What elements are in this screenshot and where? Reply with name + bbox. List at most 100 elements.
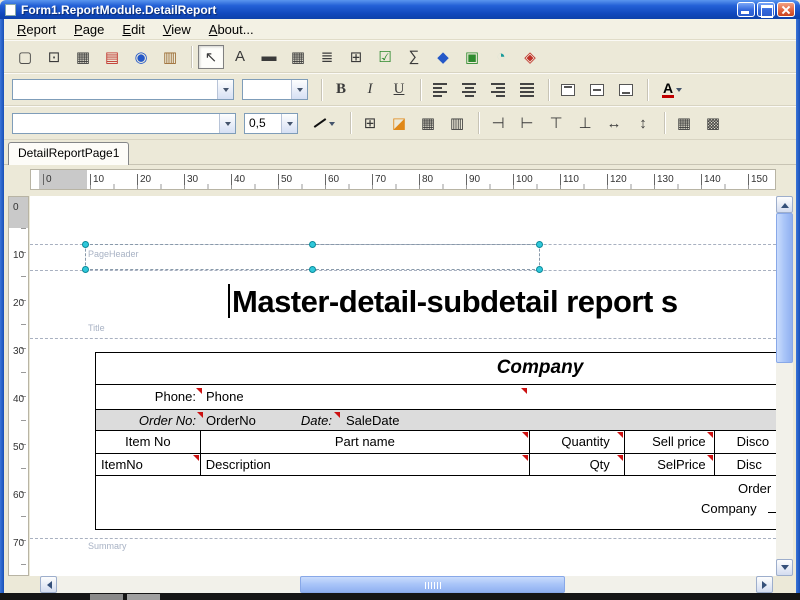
phone-field[interactable]: Phone — [206, 387, 244, 407]
add-page-button[interactable]: ⊡ — [41, 45, 67, 69]
tab-detailreportpage1[interactable]: DetailReportPage1 — [8, 142, 129, 165]
font-color-button[interactable]: A — [654, 78, 690, 102]
order-no-field[interactable]: OrderNo — [206, 411, 256, 431]
footer-order-memo[interactable]: Order — [738, 479, 771, 499]
order-no-label[interactable]: Order No: — [116, 411, 196, 431]
design-canvas[interactable]: PageHeader Title Summary Master-detail-s… — [30, 196, 776, 576]
style-combo[interactable] — [12, 79, 234, 100]
header-cell-sell-price[interactable]: Sell price — [625, 431, 715, 453]
insert-field-button[interactable]: ⊞ — [343, 45, 369, 69]
line-width-dropdown-icon[interactable] — [281, 114, 297, 133]
size-combo-dropdown-icon[interactable] — [291, 80, 307, 99]
field-cell-qty[interactable]: Qty — [530, 454, 625, 475]
scroll-down-button[interactable] — [776, 559, 793, 576]
bold-button[interactable]: B — [328, 78, 354, 102]
header-cell-item-no[interactable]: Item No — [96, 431, 201, 453]
report-table[interactable]: Company Phone: Phone Order No: OrderNo D… — [95, 352, 776, 530]
same-width-button[interactable]: ↔ — [601, 111, 627, 135]
preview-button[interactable]: ◉ — [128, 45, 154, 69]
menu-view[interactable]: View — [154, 20, 200, 39]
maximize-button[interactable] — [757, 2, 775, 17]
align-tops-button[interactable]: ⊤ — [543, 111, 569, 135]
resize-handle[interactable] — [82, 266, 89, 273]
italic-button[interactable]: I — [357, 78, 383, 102]
report-title-memo[interactable]: Master-detail-subdetail report s — [228, 284, 678, 320]
footer-company-memo[interactable]: Company — [701, 499, 757, 519]
date-label[interactable]: Date: — [292, 411, 332, 431]
saledate-field[interactable]: SaleDate — [346, 411, 399, 431]
title-bar[interactable]: Form1.ReportModule.DetailReport — [0, 0, 800, 19]
grid-object-button[interactable]: ▦ — [285, 45, 311, 69]
font-combo[interactable] — [12, 113, 236, 134]
resize-handle[interactable] — [536, 241, 543, 248]
menu-page[interactable]: Page — [65, 20, 113, 39]
align-bottoms-button[interactable]: ⊥ — [572, 111, 598, 135]
valign-center-button[interactable] — [584, 78, 610, 102]
snap-to-grid-button[interactable]: ▩ — [700, 111, 726, 135]
header-cell-quantity[interactable]: Quantity — [530, 431, 625, 453]
band-label-summary[interactable]: Summary — [88, 541, 127, 551]
vertical-scroll-thumb[interactable] — [776, 213, 793, 363]
phone-label[interactable]: Phone: — [136, 387, 196, 407]
resize-handle[interactable] — [309, 241, 316, 248]
band-object-button[interactable]: ▬ — [256, 45, 282, 69]
line-color-button[interactable] — [306, 111, 342, 135]
header-cell-discount[interactable]: Disco — [715, 431, 776, 453]
valign-bottom-button[interactable] — [613, 78, 639, 102]
align-right-edges-button[interactable]: ⊢ — [514, 111, 540, 135]
scroll-left-button[interactable] — [40, 576, 57, 593]
cell-borders-button[interactable]: ▥ — [444, 111, 470, 135]
company-header-memo[interactable]: Company — [96, 353, 776, 385]
memo-object-button[interactable]: ≣ — [314, 45, 340, 69]
underline-button[interactable]: U — [386, 78, 412, 102]
field-cell-disc[interactable]: Disc — [715, 454, 776, 475]
phone-row[interactable]: Phone: Phone — [96, 385, 776, 409]
style-combo-dropdown-icon[interactable] — [217, 80, 233, 99]
menu-about[interactable]: About... — [200, 20, 263, 39]
text-object-button[interactable]: A — [227, 45, 253, 69]
menu-report[interactable]: Report — [8, 20, 65, 39]
field-cell-description[interactable]: Description — [201, 454, 530, 475]
package-button[interactable]: ▥ — [157, 45, 183, 69]
pageheader-band-selection[interactable] — [85, 244, 540, 270]
same-height-button[interactable]: ↕ — [630, 111, 656, 135]
size-combo[interactable] — [242, 79, 308, 100]
shape-object-button[interactable]: ◆ — [430, 45, 456, 69]
resize-handle[interactable] — [82, 241, 89, 248]
field-cell-itemno[interactable]: ItemNo — [96, 454, 201, 475]
line-width-combo[interactable]: 0,5 — [244, 113, 298, 134]
scroll-right-button[interactable] — [756, 576, 773, 593]
horizontal-scrollbar[interactable] — [40, 576, 773, 593]
grid-button[interactable]: ▦ — [671, 111, 697, 135]
data-dictionary-button[interactable]: ▦ — [70, 45, 96, 69]
band-label-title[interactable]: Title — [88, 323, 105, 333]
field-cell-selprice[interactable]: SelPrice — [625, 454, 715, 475]
fill-color-button[interactable]: ◪ — [386, 111, 412, 135]
align-left-edges-button[interactable]: ⊣ — [485, 111, 511, 135]
resize-handle[interactable] — [309, 266, 316, 273]
resize-handle[interactable] — [536, 266, 543, 273]
vertical-scrollbar[interactable] — [776, 196, 793, 576]
align-right-button[interactable] — [485, 78, 511, 102]
font-combo-dropdown-icon[interactable] — [219, 114, 235, 133]
close-button[interactable] — [777, 2, 795, 17]
menu-edit[interactable]: Edit — [113, 20, 153, 39]
order-row[interactable]: Order No: OrderNo Date: SaleDate — [96, 409, 776, 431]
scroll-up-button[interactable] — [776, 196, 793, 213]
chart-object-button[interactable]: ◔ — [488, 45, 514, 69]
system-field-button[interactable]: ∑ — [401, 45, 427, 69]
new-page-button[interactable]: ▢ — [12, 45, 38, 69]
header-cell-part-name[interactable]: Part name — [201, 431, 530, 453]
align-left-button[interactable] — [427, 78, 453, 102]
variables-button[interactable]: ▤ — [99, 45, 125, 69]
checkbox-object-button[interactable]: ☑ — [372, 45, 398, 69]
table-button[interactable]: ▦ — [415, 111, 441, 135]
valign-top-button[interactable] — [555, 78, 581, 102]
align-center-button[interactable] — [456, 78, 482, 102]
minimize-button[interactable] — [737, 2, 755, 17]
frame-all-button[interactable]: ⊞ — [357, 111, 383, 135]
ole-object-button[interactable]: ◈ — [517, 45, 543, 69]
picture-object-button[interactable]: ▣ — [459, 45, 485, 69]
horizontal-scroll-thumb[interactable] — [300, 576, 565, 593]
select-tool-button[interactable]: ↖ — [198, 45, 224, 69]
